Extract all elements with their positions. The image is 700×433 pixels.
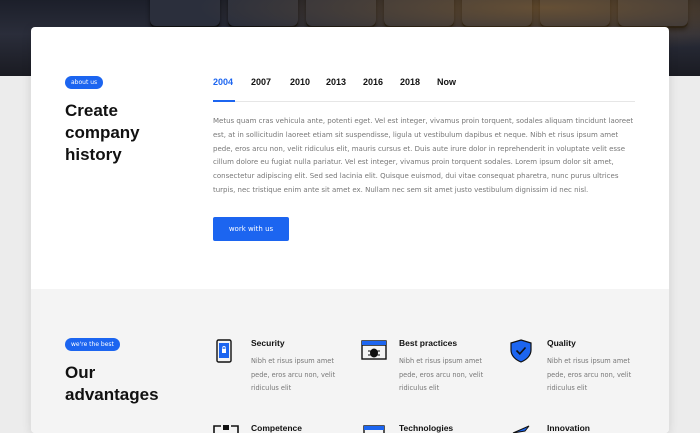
content-card: about us Create company history 2004 200…: [31, 27, 669, 433]
page-margin-right: [669, 76, 700, 433]
tab-2018[interactable]: 2018: [400, 77, 420, 87]
year-tabs: 2004 2007 2010 2013 2016 2018 Now: [213, 70, 635, 102]
about-us-badge: about us: [65, 76, 104, 89]
history-title: Create company history: [65, 101, 140, 164]
advantage-title: Best practices: [399, 338, 458, 348]
tab-2004[interactable]: 2004: [213, 77, 233, 87]
technologies-icon: [363, 425, 385, 433]
active-tab-indicator: [213, 100, 235, 102]
bug-window-icon: [361, 340, 387, 360]
tab-2016[interactable]: 2016: [363, 77, 383, 87]
advantage-title: Innovation: [547, 423, 590, 433]
competence-icon: [213, 425, 239, 433]
advantage-title: Quality: [547, 338, 576, 348]
advantages-title: Our advantages: [65, 363, 159, 404]
advantage-desc: Nibh et risus ipsum amet pede, eros arcu…: [251, 357, 336, 392]
advantage-title: Technologies: [399, 423, 454, 433]
advantages-section: we're the best Our advantages Security N…: [31, 289, 669, 433]
tab-2007[interactable]: 2007: [251, 77, 271, 87]
innovation-icon: [512, 425, 530, 433]
advantage-desc: Nibh et risus ipsum amet pede, eros arcu…: [399, 357, 484, 392]
history-paragraph: Metus quam cras vehicula ante, potenti e…: [213, 117, 634, 194]
advantage-title: Competence: [251, 423, 303, 433]
tab-2010[interactable]: 2010: [290, 77, 310, 87]
advantage-title: Security: [251, 338, 285, 348]
security-phone-lock-icon: [216, 339, 232, 363]
tab-2013[interactable]: 2013: [326, 77, 346, 87]
page-margin-left: [0, 76, 31, 433]
tab-now[interactable]: Now: [437, 77, 456, 87]
work-with-us-button[interactable]: work with us: [213, 217, 289, 241]
advantages-badge: we're the best: [65, 338, 120, 351]
advantage-desc: Nibh et risus ipsum amet pede, eros arcu…: [547, 357, 632, 392]
shield-check-icon: [510, 339, 532, 363]
